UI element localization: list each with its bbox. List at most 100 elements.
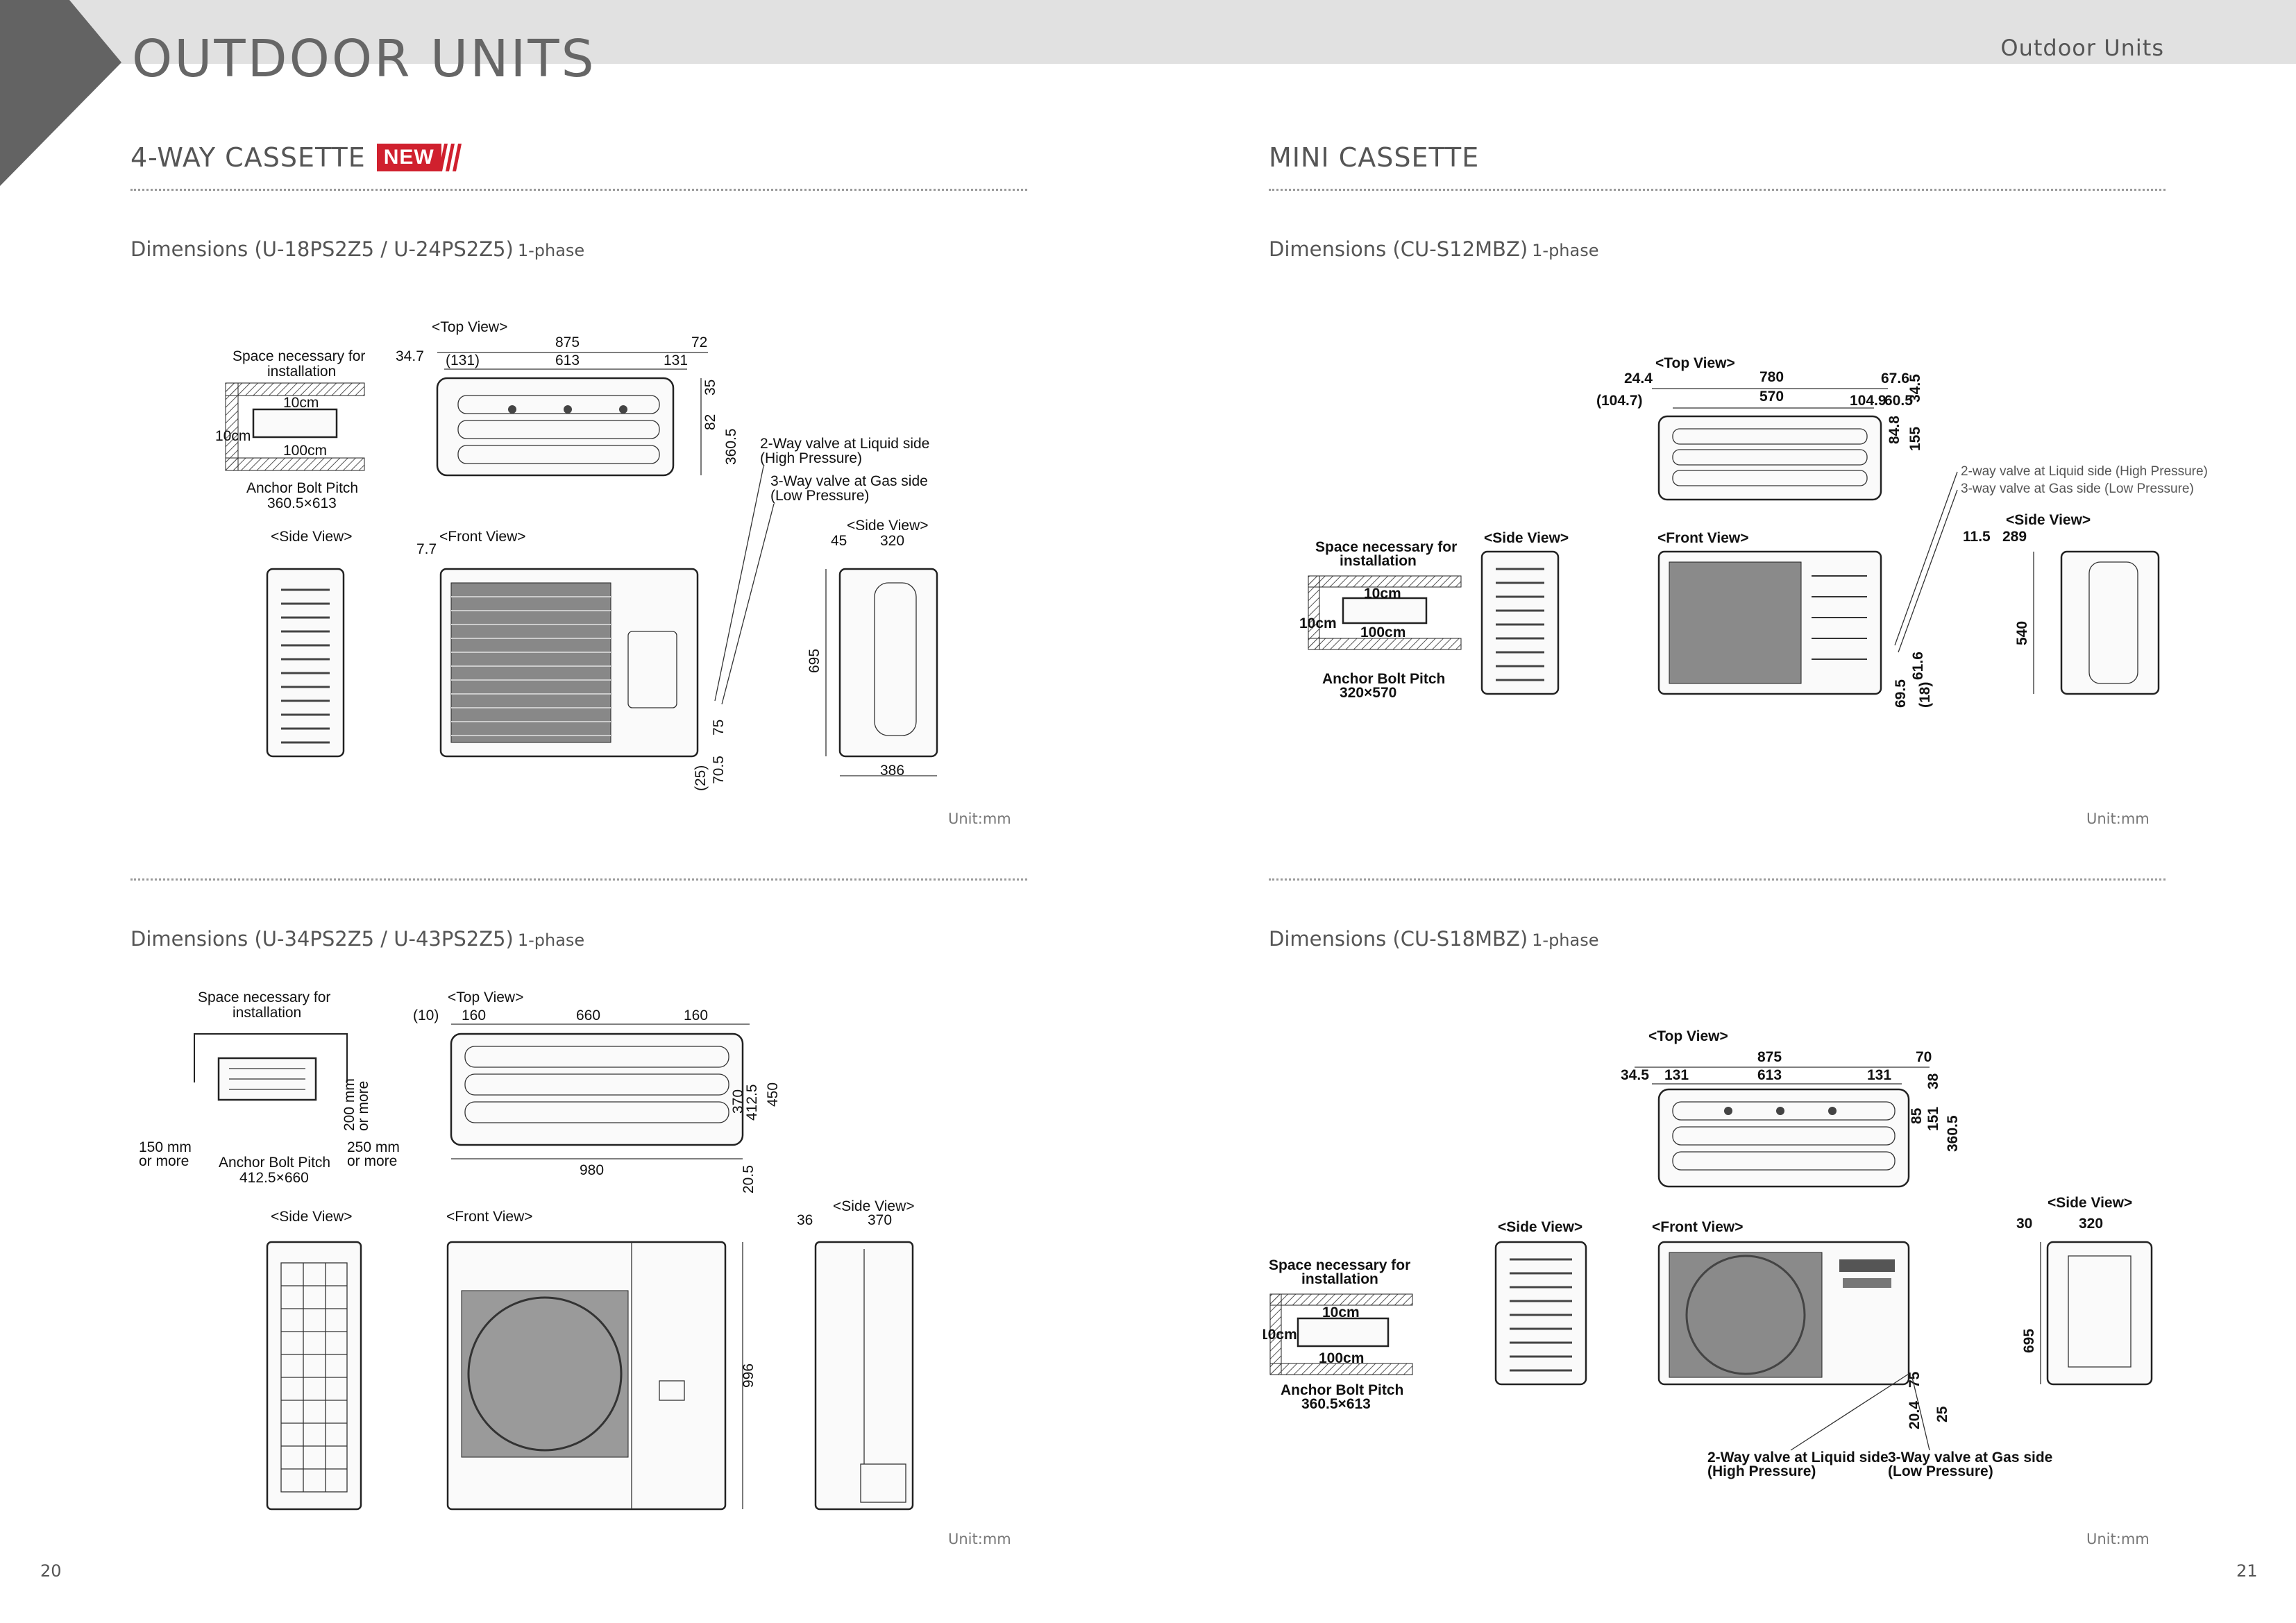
label-front-view: <Front View> [446, 1209, 533, 1225]
section-tag: Outdoor Units [2000, 35, 2164, 61]
dim-label: 540 [2014, 621, 2030, 645]
dim-label: 20.5 [741, 1165, 757, 1193]
dim-label: 34.5 [1907, 374, 1923, 402]
label-space: Space necessary for [198, 989, 330, 1005]
dim-label: 613 [555, 352, 580, 368]
page-number-left: 20 [40, 1561, 62, 1581]
phase-label: 1-phase [517, 241, 585, 260]
label-anchor: Anchor Bolt Pitch [246, 480, 358, 496]
label-front-view: <Front View> [1657, 530, 1749, 546]
label-top-view: <Top View> [448, 989, 523, 1005]
dim-label: (104.7) [1596, 393, 1643, 409]
page-number-right: 21 [2236, 1561, 2258, 1581]
label-cm: 100cm [1360, 624, 1406, 640]
dim-label: 412.5 [744, 1084, 760, 1121]
dim-label: (10) [413, 1008, 439, 1023]
dim-label: 24.4 [1624, 371, 1653, 386]
unit-label: Unit:mm [948, 810, 1011, 827]
dim-label: 320 [880, 533, 904, 549]
label-anchor: 360.5×613 [267, 495, 337, 511]
dim-label: 875 [1757, 1049, 1782, 1065]
dim-label: 45 [831, 533, 847, 549]
label-cm: 10cm [1299, 615, 1337, 631]
dim-label: or more [347, 1153, 397, 1169]
dim-label: 980 [580, 1162, 604, 1178]
dim-label: 131 [1664, 1067, 1689, 1083]
divider [130, 189, 1027, 191]
label-side-view: <Side View> [1484, 530, 1569, 546]
divider [1269, 878, 2166, 881]
dim-label: 34.7 [396, 348, 424, 364]
section-title-4way-text: 4-WAY CASSETTE [130, 142, 366, 173]
dim-label: 69.5 [1893, 679, 1909, 708]
label-anchor: 320×570 [1340, 685, 1396, 701]
dim-label: 61.6 [1910, 652, 1926, 680]
label-cm: 10cm [283, 395, 319, 411]
phase-label: 1-phase [517, 931, 585, 950]
label-valve: (High Pressure) [1707, 1463, 1816, 1479]
dim-label: 30 [2016, 1216, 2032, 1232]
divider [1269, 189, 2166, 191]
dim-label: 70 [1916, 1049, 1932, 1065]
badge-stripes-icon [438, 144, 462, 171]
dim-heading-text: Dimensions (U-34PS2Z5 / U-43PS2Z5) [130, 927, 514, 951]
dim-label: 70.5 [711, 756, 727, 784]
label-valve: (Low Pressure) [1888, 1463, 1993, 1479]
label-side-view: <Side View> [2006, 512, 2091, 528]
new-badge-text: NEW [376, 144, 441, 171]
dim-label: 85 [1909, 1107, 1925, 1124]
dim-label: 151 [1925, 1107, 1941, 1131]
dim-label: 360.5 [723, 428, 739, 465]
label-side-view: <Side View> [271, 529, 353, 545]
dim-heading-u34: Dimensions (U-34PS2Z5 / U-43PS2Z5) 1-phas… [130, 927, 584, 951]
dim-label: 695 [2021, 1329, 2037, 1353]
section-title-4way: 4-WAY CASSETTE NEW [130, 142, 462, 173]
dim-heading-text: Dimensions (CU-S12MBZ) [1269, 237, 1528, 261]
dim-label: 38 [1925, 1073, 1941, 1089]
label-cm: 10cm [1263, 1327, 1297, 1343]
dim-label: 75 [711, 720, 727, 736]
label-space: installation [1301, 1271, 1378, 1287]
label-anchor: 412.5×660 [239, 1170, 309, 1186]
label-cm: 100cm [1319, 1350, 1364, 1366]
dim-label: 660 [576, 1008, 600, 1023]
drawing-s12: <Top View> 24.4 780 67.6 (104.7) 570 104… [1299, 355, 2208, 708]
dim-label: (25) [693, 765, 709, 791]
dim-label: 35 [702, 380, 718, 396]
dim-label: 7.7 [416, 541, 437, 557]
dim-label: 25 [1934, 1406, 1950, 1422]
label-side-view: <Side View> [271, 1209, 353, 1225]
dim-label: 67.6 [1881, 371, 1909, 386]
dim-heading-s18: Dimensions (CU-S18MBZ) 1-phase [1269, 927, 1599, 951]
label-side-view: <Side View> [1498, 1219, 1582, 1235]
dim-label: or more [139, 1153, 189, 1169]
phase-label: 1-phase [1532, 241, 1599, 260]
dim-label: 370 [868, 1212, 892, 1228]
unit-label: Unit:mm [948, 1531, 1011, 1547]
label-anchor: Anchor Bolt Pitch [219, 1155, 330, 1171]
divider [130, 878, 1027, 881]
dim-label: 84.8 [1886, 416, 1902, 444]
label-front-view: <Front View> [439, 529, 526, 545]
label-valve: (Low Pressure) [770, 488, 869, 504]
dim-heading-u18: Dimensions (U-18PS2Z5 / U-24PS2Z5) 1-phas… [130, 237, 584, 261]
dim-label: 613 [1757, 1067, 1782, 1083]
dim-label: 160 [462, 1008, 486, 1023]
label-valve: 2-Way valve at Liquid side [760, 436, 929, 452]
label-valve: 2-way valve at Liquid side (High Pressur… [1961, 464, 2208, 479]
label-top-view: <Top View> [1655, 355, 1735, 371]
label-front-view: <Front View> [1652, 1219, 1744, 1235]
label-cm: 100cm [283, 443, 327, 459]
dim-label: (18) [1917, 682, 1933, 708]
label-space: installation [233, 1005, 301, 1021]
new-badge: NEW [376, 143, 462, 172]
dim-label: or more [355, 1081, 371, 1131]
drawing-u34: Space necessary for installation <Top Vi… [139, 989, 915, 1511]
label-top-view: <Top View> [1648, 1028, 1728, 1044]
unit-label: Unit:mm [2086, 810, 2150, 827]
label-valve: (High Pressure) [760, 450, 862, 466]
phase-label: 1-phase [1532, 931, 1599, 950]
dim-label: 570 [1759, 389, 1784, 405]
label-cm: 10cm [215, 428, 251, 444]
dim-label: 20.4 [1907, 1401, 1923, 1429]
